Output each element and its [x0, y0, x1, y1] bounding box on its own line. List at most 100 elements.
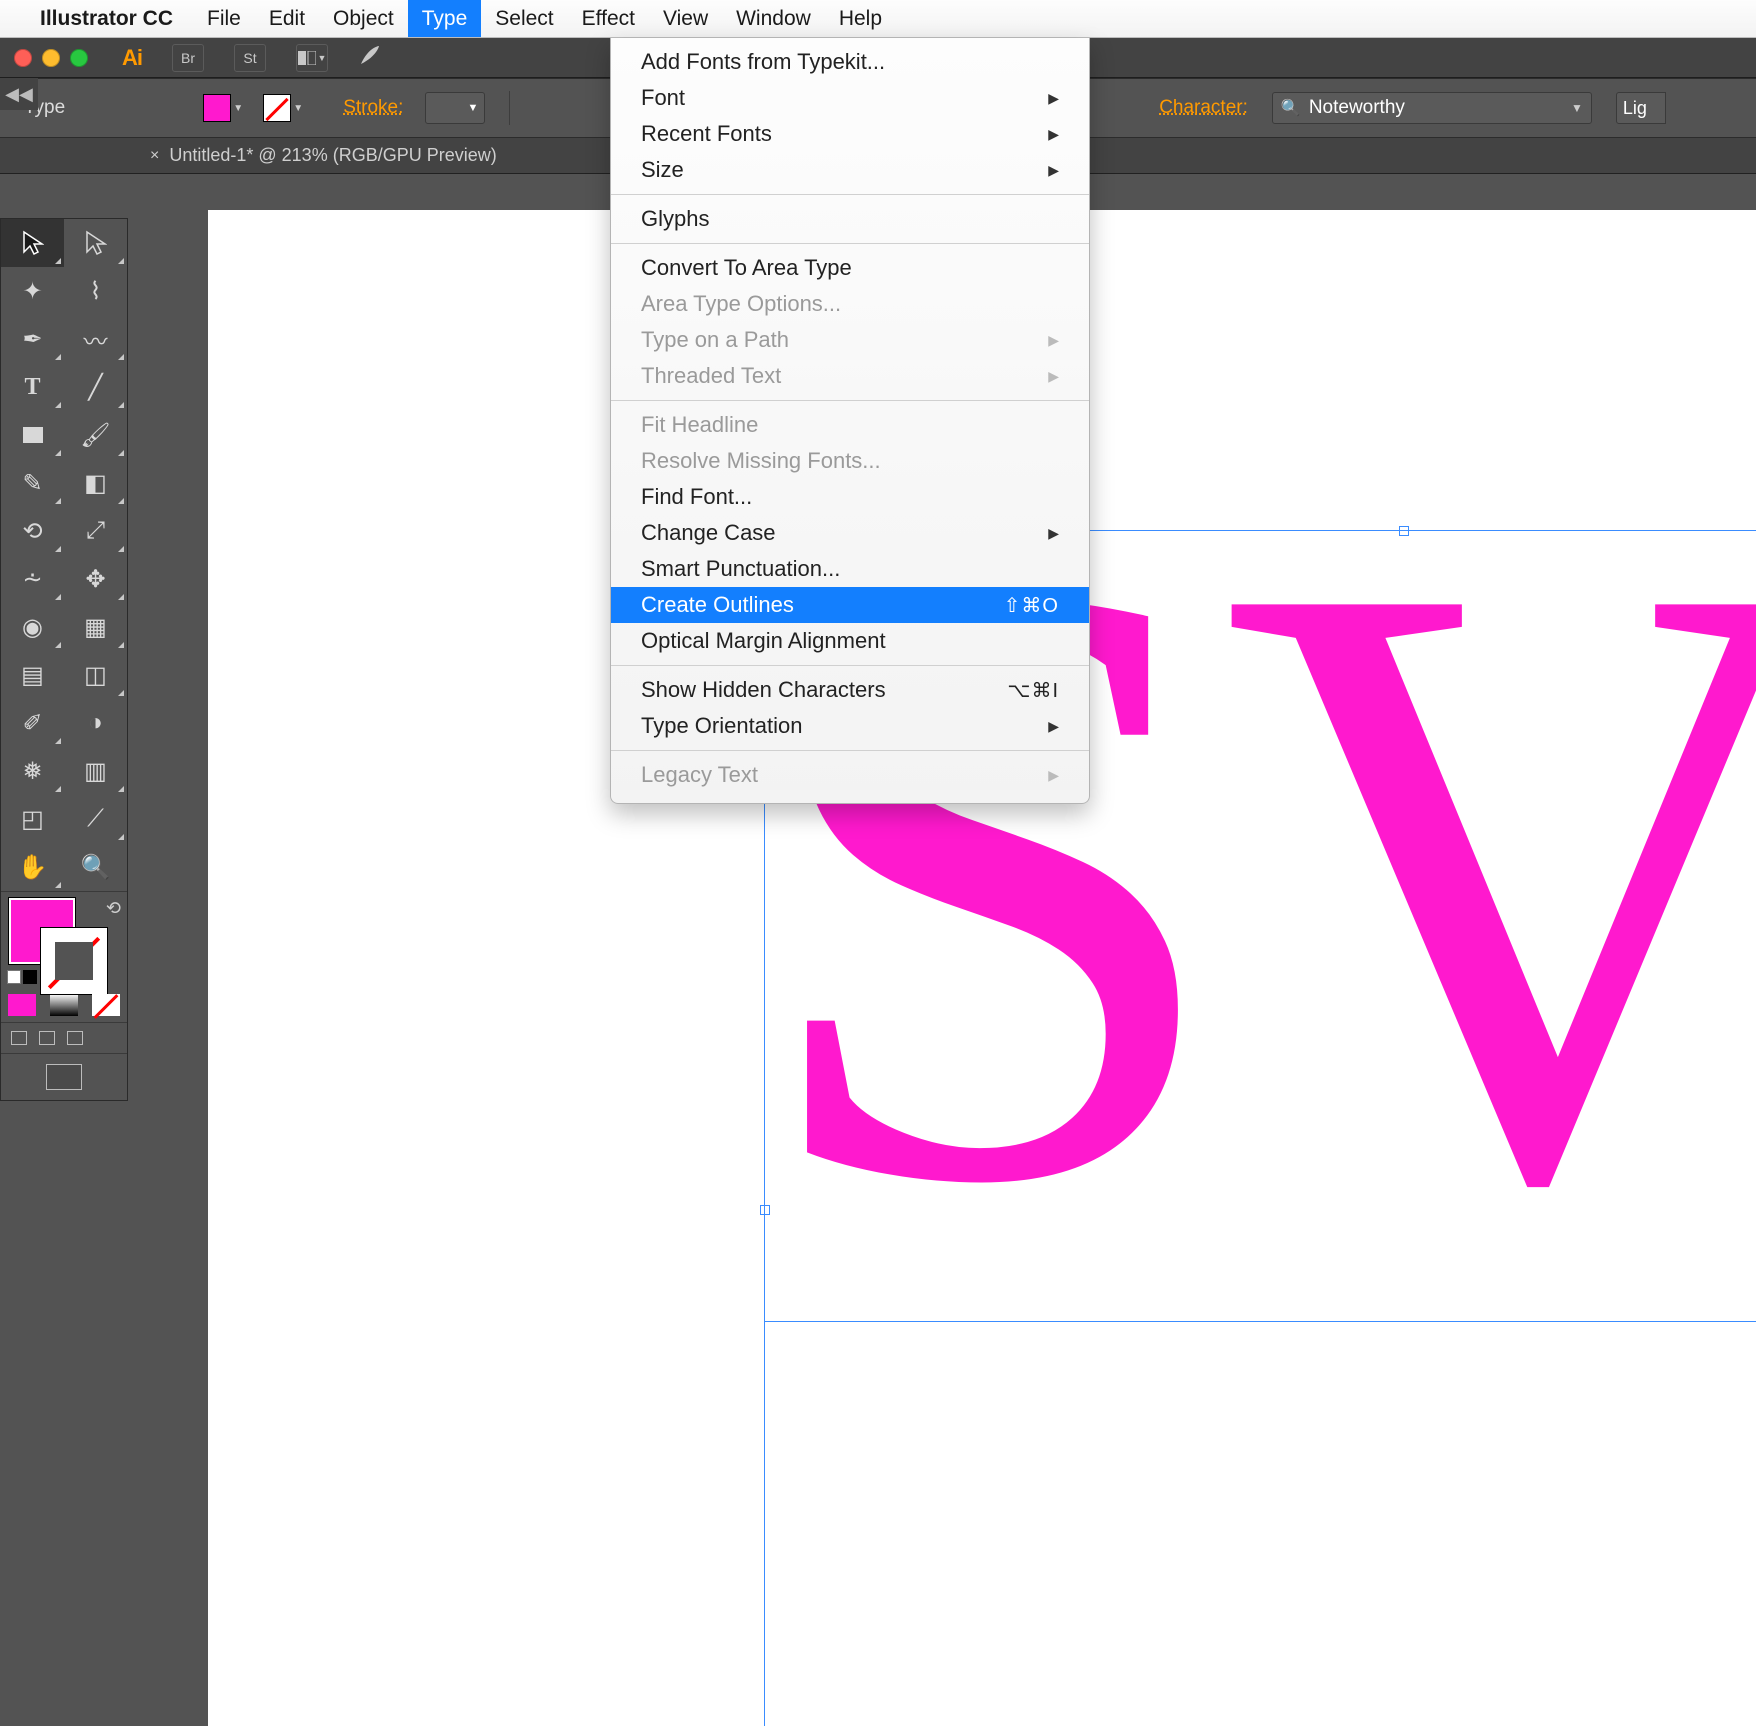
menu-type[interactable]: Type [408, 0, 482, 37]
menu-item-label: Legacy Text [641, 762, 758, 788]
document-tab[interactable]: × Untitled-1* @ 213% (RGB/GPU Preview) [150, 145, 497, 166]
menu-file[interactable]: File [193, 0, 255, 37]
eyedropper-tool[interactable]: ✐ [1, 699, 64, 747]
color-mode-button[interactable] [1, 988, 43, 1022]
paintbrush-tool[interactable]: 🖌 [64, 411, 127, 459]
menu-item-size[interactable]: Size ▶ [611, 152, 1089, 188]
rotate-tool[interactable]: ⟲ [1, 507, 64, 555]
arrange-documents-button[interactable]: ▼ [296, 44, 328, 72]
menu-window[interactable]: Window [722, 0, 825, 37]
gradient-tool[interactable]: ◫ [64, 651, 127, 699]
selection-tool[interactable] [1, 219, 64, 267]
zoom-window-icon[interactable] [70, 49, 88, 67]
menu-item-fit-headline: Fit Headline [611, 407, 1089, 443]
menu-item-label: Glyphs [641, 206, 709, 232]
stroke-color-swatch[interactable]: ▼ [263, 92, 309, 124]
menu-select[interactable]: Select [481, 0, 567, 37]
bridge-button[interactable]: Br [172, 44, 204, 72]
direct-selection-tool[interactable] [64, 219, 127, 267]
menu-separator [611, 243, 1089, 244]
menu-item-label: Font [641, 85, 685, 111]
menu-item-smart-punctuation[interactable]: Smart Punctuation... [611, 551, 1089, 587]
minimize-window-icon[interactable] [42, 49, 60, 67]
panel-collapse-toggle[interactable]: ◀◀ [0, 78, 38, 110]
scale-tool[interactable]: ⤢ [64, 507, 127, 555]
submenu-arrow-icon: ▶ [1048, 368, 1059, 385]
font-family-select[interactable]: 🔍 Noteworthy ▼ [1272, 92, 1592, 124]
menu-item-create-outlines[interactable]: Create Outlines ⇧⌘O [611, 587, 1089, 623]
symbol-sprayer-tool[interactable]: ❅ [1, 747, 64, 795]
default-fill-stroke-icon[interactable] [7, 970, 37, 984]
gpu-preview-icon[interactable] [358, 43, 382, 72]
fill-stroke-control[interactable]: ⟲ [1, 892, 127, 988]
submenu-arrow-icon: ▶ [1048, 332, 1059, 349]
character-panel-label[interactable]: Character: [1159, 97, 1248, 119]
menu-item-change-case[interactable]: Change Case▶ [611, 515, 1089, 551]
free-transform-tool[interactable]: ✥ [64, 555, 127, 603]
width-tool[interactable]: ⩪ [1, 555, 64, 603]
menu-separator [611, 194, 1089, 195]
artboard-tool[interactable]: ◰ [1, 795, 64, 843]
line-segment-tool[interactable]: ╱ [64, 363, 127, 411]
divider [509, 91, 510, 125]
menu-item-label: Create Outlines [641, 592, 794, 618]
shape-builder-tool[interactable]: ◉ [1, 603, 64, 651]
tool-palette: ✦ ⌇ ✒ 〰 T ╱ 🖌 ✎ ◧ ⟲ ⤢ ⩪ ✥ ◉ ▦ [0, 218, 128, 1101]
lasso-tool[interactable]: ⌇ [64, 267, 127, 315]
menu-item-shortcut: ⇧⌘O [1004, 593, 1059, 618]
draw-mode-buttons[interactable] [1, 1023, 127, 1053]
menu-effect[interactable]: Effect [568, 0, 649, 37]
magic-wand-tool[interactable]: ✦ [1, 267, 64, 315]
menu-item-type-on-a-path: Type on a Path ▶ [611, 322, 1089, 358]
slice-tool[interactable]: ⟋ [64, 795, 127, 843]
fill-color-swatch[interactable]: ▼ [203, 92, 249, 124]
type-tool[interactable]: T [1, 363, 64, 411]
menu-item-recent-fonts[interactable]: Recent Fonts▶ [611, 116, 1089, 152]
mesh-tool[interactable]: ▤ [1, 651, 64, 699]
blend-tool[interactable]: ◑ [64, 699, 127, 747]
menu-edit[interactable]: Edit [255, 0, 319, 37]
menu-separator [611, 665, 1089, 666]
menu-item-label: Size [641, 157, 684, 183]
menu-item-optical-margin-alignment[interactable]: Optical Margin Alignment [611, 623, 1089, 659]
close-window-icon[interactable] [14, 49, 32, 67]
stock-button[interactable]: St [234, 44, 266, 72]
menu-item-resolve-missing-fonts: Resolve Missing Fonts... [611, 443, 1089, 479]
stroke-label[interactable]: Stroke: [343, 97, 403, 119]
pen-tool[interactable]: ✒ [1, 315, 64, 363]
curvature-tool[interactable]: 〰 [64, 315, 127, 363]
submenu-arrow-icon: ▶ [1048, 162, 1059, 179]
document-tab-title: Untitled-1* @ 213% (RGB/GPU Preview) [169, 145, 496, 166]
menu-item-show-hidden-characters[interactable]: Show Hidden Characters⌥⌘I [611, 672, 1089, 708]
chevron-down-icon: ▼ [1571, 101, 1583, 115]
zoom-tool[interactable]: 🔍 [64, 843, 127, 891]
hand-tool[interactable]: ✋ [1, 843, 64, 891]
eraser-tool[interactable]: ◧ [64, 459, 127, 507]
type-menu-dropdown: Add Fonts from Typekit...Font▶Recent Fon… [610, 38, 1090, 804]
menu-item-font[interactable]: Font▶ [611, 80, 1089, 116]
menu-item-label: Type on a Path [641, 327, 789, 353]
close-tab-icon[interactable]: × [150, 147, 159, 165]
rectangle-tool[interactable] [1, 411, 64, 459]
swap-fill-stroke-icon[interactable]: ⟲ [106, 898, 121, 919]
menu-item-glyphs[interactable]: Glyphs [611, 201, 1089, 237]
menu-item-convert-to-area-type[interactable]: Convert To Area Type [611, 250, 1089, 286]
none-mode-button[interactable] [85, 988, 127, 1022]
screen-mode-button[interactable] [1, 1054, 127, 1100]
search-icon: 🔍 [1281, 98, 1301, 118]
stroke-weight-input[interactable]: ▼ [425, 92, 485, 124]
pencil-tool[interactable]: ✎ [1, 459, 64, 507]
menu-item-find-font[interactable]: Find Font... [611, 479, 1089, 515]
menu-item-add-fonts-from-typekit[interactable]: Add Fonts from Typekit... [611, 44, 1089, 80]
menu-object[interactable]: Object [319, 0, 408, 37]
menu-help[interactable]: Help [825, 0, 896, 37]
menu-item-legacy-text: Legacy Text▶ [611, 757, 1089, 793]
menu-item-label: Threaded Text [641, 363, 781, 389]
perspective-grid-tool[interactable]: ▦ [64, 603, 127, 651]
font-style-select[interactable]: Lig [1616, 92, 1666, 124]
menu-view[interactable]: View [649, 0, 722, 37]
menu-item-label: Convert To Area Type [641, 255, 852, 281]
menu-item-type-orientation[interactable]: Type Orientation▶ [611, 708, 1089, 744]
column-graph-tool[interactable]: ▥ [64, 747, 127, 795]
stroke-swatch-icon[interactable] [41, 928, 107, 994]
